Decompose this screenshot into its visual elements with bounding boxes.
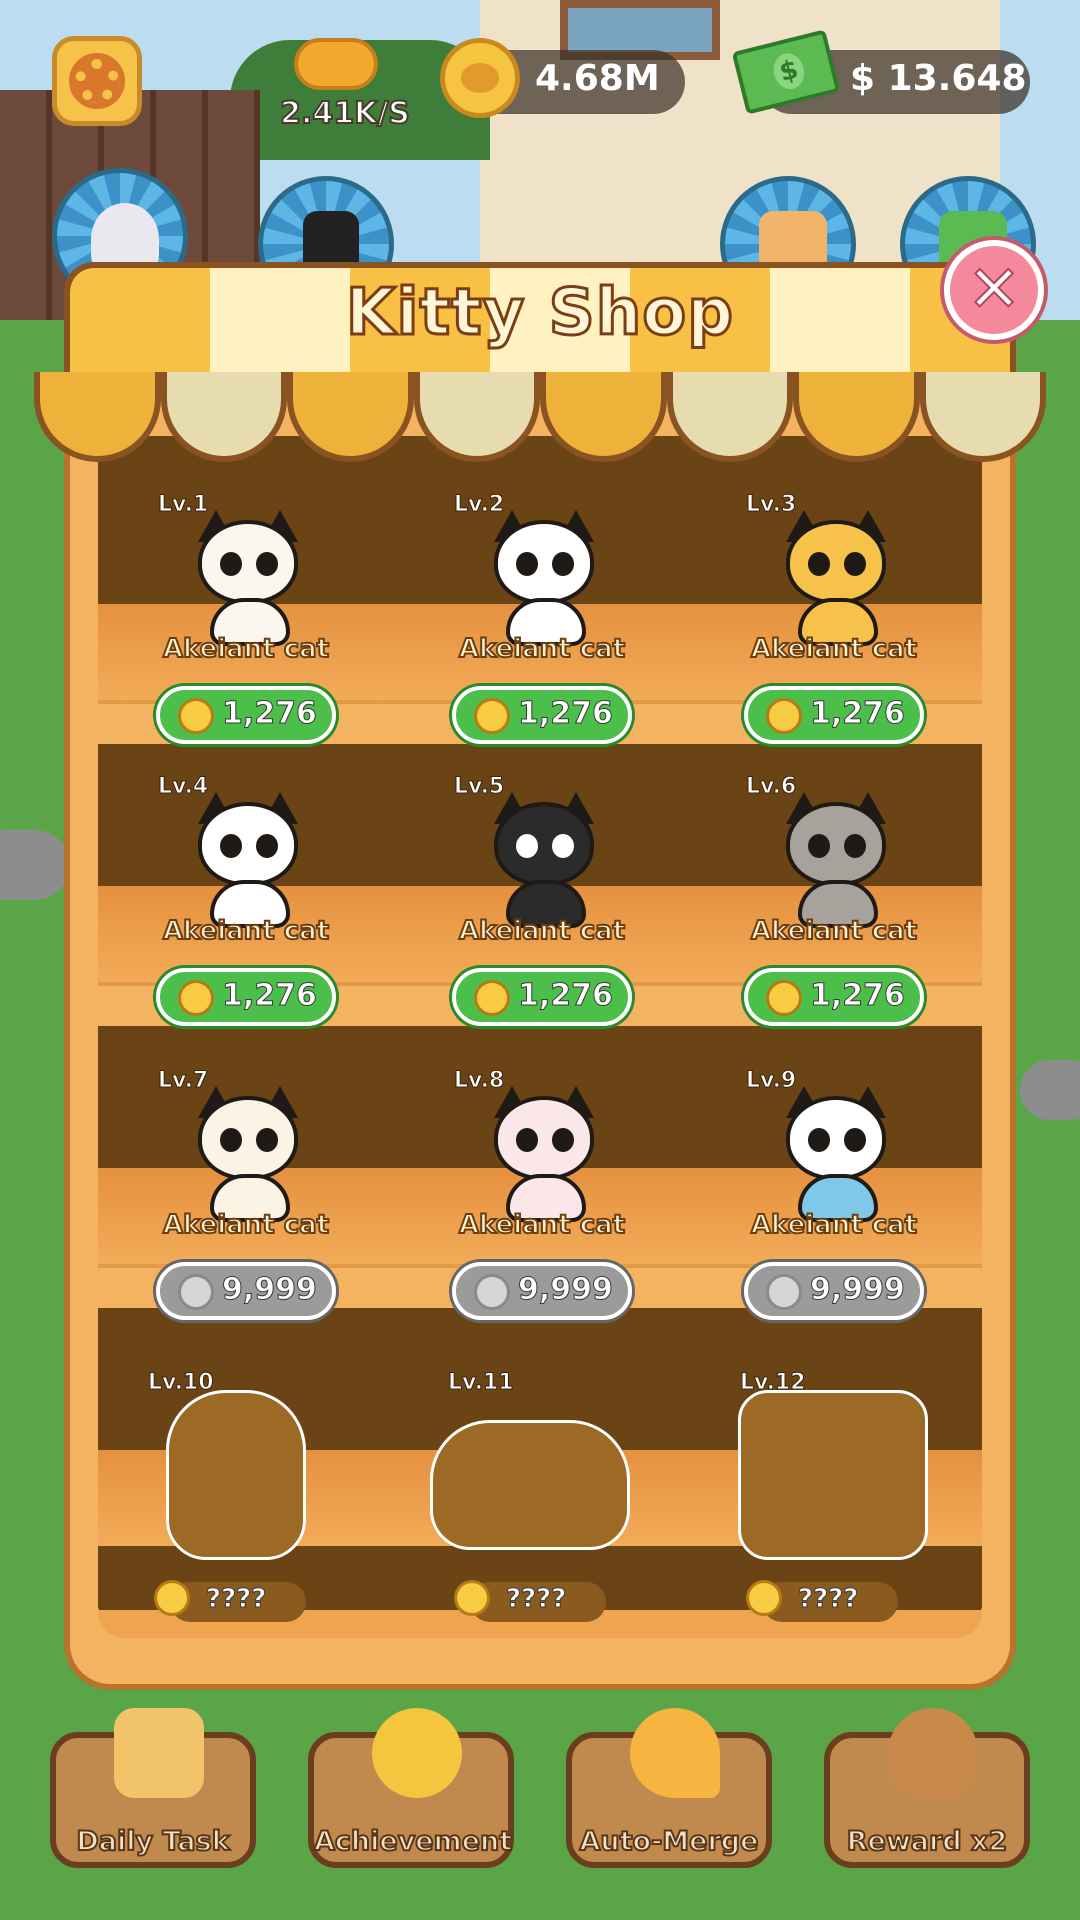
settings-button[interactable] — [52, 36, 142, 126]
cat-sprite — [764, 510, 904, 650]
cat-sprite — [472, 510, 612, 650]
item-name: Akeiant cat — [750, 1209, 918, 1241]
cat-coin-icon — [440, 38, 520, 118]
shop-item[interactable]: Lv.6 Akeiant cat 1,276 — [724, 774, 944, 1034]
item-name: Akeiant cat — [162, 633, 330, 665]
checklist-icon — [114, 1708, 204, 1798]
item-price: 1,276 — [222, 978, 318, 1014]
item-price: ???? — [205, 1584, 267, 1615]
coin-balance-value: 4.68M — [535, 58, 660, 99]
item-price: 1,276 — [518, 696, 614, 732]
item-level: Lv.10 — [148, 1370, 215, 1396]
shop-title: Kitty Shop — [344, 275, 735, 352]
cat-coin-icon — [474, 698, 510, 734]
magic-wand-icon — [630, 1708, 720, 1798]
locked-price-button[interactable]: 9,999 — [744, 1262, 924, 1320]
medal-icon — [372, 1708, 462, 1798]
unknown-price: ???? — [746, 1580, 898, 1622]
buy-button[interactable]: 1,276 — [744, 968, 924, 1026]
close-icon: ✕ — [966, 253, 1022, 327]
rock-decoration — [0, 830, 70, 900]
money-bag-icon — [888, 1708, 978, 1798]
cat-silhouette — [738, 1390, 928, 1560]
cat-coin-icon — [454, 1580, 490, 1616]
income-rate: 2.41K/S — [279, 95, 411, 132]
item-name: Akeiant cat — [162, 915, 330, 947]
item-price: ???? — [797, 1584, 859, 1615]
item-price: 9,999 — [810, 1272, 906, 1308]
shop-item[interactable]: Lv.8 Akeiant cat 9,999 — [432, 1068, 652, 1328]
cat-sprite — [176, 510, 316, 650]
shop-panel: Lv.1 Akeiant cat 1,276 Lv.2 Akeiant cat … — [64, 320, 1016, 1690]
daily-task-button[interactable]: Daily Task — [50, 1708, 256, 1868]
cat-sprite — [764, 1086, 904, 1226]
shop-item[interactable]: Lv.3 Akeiant cat 1,276 — [724, 492, 944, 752]
item-name: Akeiant cat — [750, 633, 918, 665]
cat-sprite — [176, 1086, 316, 1226]
auto-merge-label: Auto-Merge — [579, 1825, 760, 1858]
silver-cat-coin-icon — [766, 1274, 802, 1310]
item-price: 9,999 — [518, 1272, 614, 1308]
coin-stack-icon — [294, 38, 378, 90]
income-rate-display: 2.41K/S — [270, 34, 411, 134]
cat-coin-icon — [178, 980, 214, 1016]
shop-item-unknown: Lv.12 ???? — [718, 1370, 938, 1630]
item-price: 1,276 — [518, 978, 614, 1014]
achievement-button[interactable]: Achievement — [308, 1708, 514, 1868]
item-price: 1,276 — [222, 696, 318, 732]
cat-coin-icon — [154, 1580, 190, 1616]
unknown-price: ???? — [154, 1580, 306, 1622]
achievement-label: Achievement — [313, 1825, 513, 1858]
cat-coin-icon — [766, 980, 802, 1016]
shop-item[interactable]: Lv.5 Akeiant cat 1,276 — [432, 774, 652, 1034]
shop-item-unknown: Lv.10 ???? — [126, 1370, 346, 1630]
shop-item[interactable]: Lv.2 Akeiant cat 1,276 — [432, 492, 652, 752]
silver-cat-coin-icon — [474, 1274, 510, 1310]
rock-decoration — [1020, 1060, 1080, 1120]
silver-cat-coin-icon — [178, 1274, 214, 1310]
item-name: Akeiant cat — [458, 1209, 626, 1241]
cat-coin-icon — [474, 980, 510, 1016]
awning-scallops — [34, 372, 1046, 462]
cat-sprite — [472, 1086, 612, 1226]
cash-balance-value: $ 13.648 — [850, 58, 1027, 99]
locked-price-button[interactable]: 9,999 — [452, 1262, 632, 1320]
shop-awning: Kitty Shop — [34, 262, 1046, 462]
cat-silhouette — [430, 1420, 630, 1550]
item-name: Akeiant cat — [162, 1209, 330, 1241]
shop-item[interactable]: Lv.9 Akeiant cat 9,999 — [724, 1068, 944, 1328]
shop-item[interactable]: Lv.7 Akeiant cat 9,999 — [136, 1068, 356, 1328]
close-button[interactable]: ✕ — [944, 240, 1044, 340]
daily-task-label: Daily Task — [75, 1825, 230, 1858]
cat-coin-icon — [746, 1580, 782, 1616]
buy-button[interactable]: 1,276 — [744, 686, 924, 744]
shop-item[interactable]: Lv.4 Akeiant cat 1,276 — [136, 774, 356, 1034]
buy-button[interactable]: 1,276 — [156, 968, 336, 1026]
auto-merge-button[interactable]: Auto-Merge — [566, 1708, 772, 1868]
item-name: Akeiant cat — [458, 915, 626, 947]
buy-button[interactable]: 1,276 — [156, 686, 336, 744]
cat-coin-icon — [178, 698, 214, 734]
unknown-price: ???? — [454, 1580, 606, 1622]
cat-sprite — [176, 792, 316, 932]
cat-silhouette — [166, 1390, 306, 1560]
cat-sprite — [764, 792, 904, 932]
shop-item[interactable]: Lv.1 Akeiant cat 1,276 — [136, 492, 356, 752]
item-name: Akeiant cat — [458, 633, 626, 665]
shop-item-unknown: Lv.11 ???? — [426, 1370, 646, 1630]
reward-x2-button[interactable]: Reward x2 — [824, 1708, 1030, 1868]
buy-button[interactable]: 1,276 — [452, 686, 632, 744]
locked-price-button[interactable]: 9,999 — [156, 1262, 336, 1320]
item-price: 1,276 — [810, 978, 906, 1014]
reward-x2-label: Reward x2 — [846, 1825, 1009, 1858]
gear-icon — [69, 53, 125, 109]
item-level: Lv.11 — [448, 1370, 515, 1396]
item-name: Akeiant cat — [750, 915, 918, 947]
item-price: ???? — [505, 1584, 567, 1615]
item-price: 1,276 — [810, 696, 906, 732]
cat-sprite — [472, 792, 612, 932]
cat-coin-icon — [766, 698, 802, 734]
item-price: 9,999 — [222, 1272, 318, 1308]
buy-button[interactable]: 1,276 — [452, 968, 632, 1026]
